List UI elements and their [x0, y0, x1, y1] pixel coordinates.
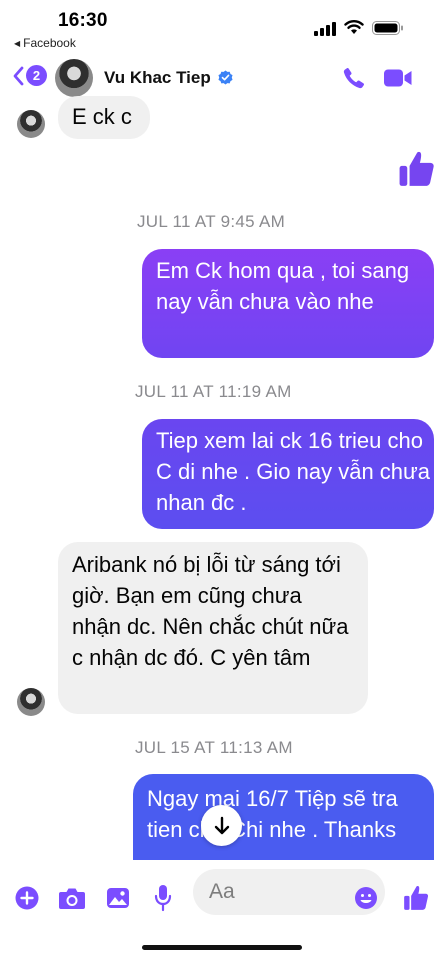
contact-avatar[interactable] [55, 59, 93, 97]
home-indicator [142, 945, 302, 950]
plus-icon[interactable] [15, 886, 39, 910]
back-app-label: Facebook [23, 36, 76, 50]
verified-icon [218, 70, 233, 85]
thumbs-up-icon[interactable] [398, 149, 435, 189]
mic-icon[interactable] [154, 884, 172, 912]
timestamp: JUL 15 AT 11:13 AM [135, 738, 293, 757]
unread-count-badge: 2 [26, 65, 47, 86]
chevron-left-icon [13, 66, 24, 85]
battery-icon [372, 21, 403, 35]
status-time: 16:30 [58, 10, 108, 31]
contact-name[interactable]: Vu Khac Tiep [104, 68, 211, 88]
sender-avatar[interactable] [17, 688, 45, 716]
camera-icon[interactable] [58, 887, 86, 910]
incoming-message-bubble[interactable]: Aribank nó bị lỗi từ sáng tới giờ. Bạn e… [58, 542, 368, 714]
thumbs-up-icon[interactable] [403, 884, 429, 912]
phone-icon[interactable] [342, 66, 366, 90]
back-triangle-icon: ◀ [14, 39, 21, 48]
back-to-app-link[interactable]: ◀ Facebook [14, 36, 76, 50]
sender-avatar[interactable] [17, 110, 45, 138]
incoming-message-bubble[interactable]: E ck c [58, 96, 150, 139]
arrow-down-icon [214, 816, 229, 834]
scroll-to-bottom-button[interactable] [201, 805, 242, 846]
timestamp: JUL 11 AT 9:45 AM [137, 212, 286, 231]
timestamp: JUL 11 AT 11:19 AM [135, 382, 292, 401]
outgoing-message-bubble[interactable]: Tiep xem lai ck 16 trieu cho C di nhe . … [142, 419, 434, 529]
back-button[interactable]: 2 [12, 65, 47, 86]
image-icon[interactable] [106, 886, 130, 910]
wifi-icon [344, 20, 364, 34]
outgoing-message-bubble[interactable]: Em Ck hom qua , toi sang nay vẫn chưa và… [142, 249, 434, 358]
emoji-icon[interactable] [354, 886, 378, 910]
video-icon[interactable] [383, 67, 413, 89]
signal-icon [314, 22, 336, 36]
